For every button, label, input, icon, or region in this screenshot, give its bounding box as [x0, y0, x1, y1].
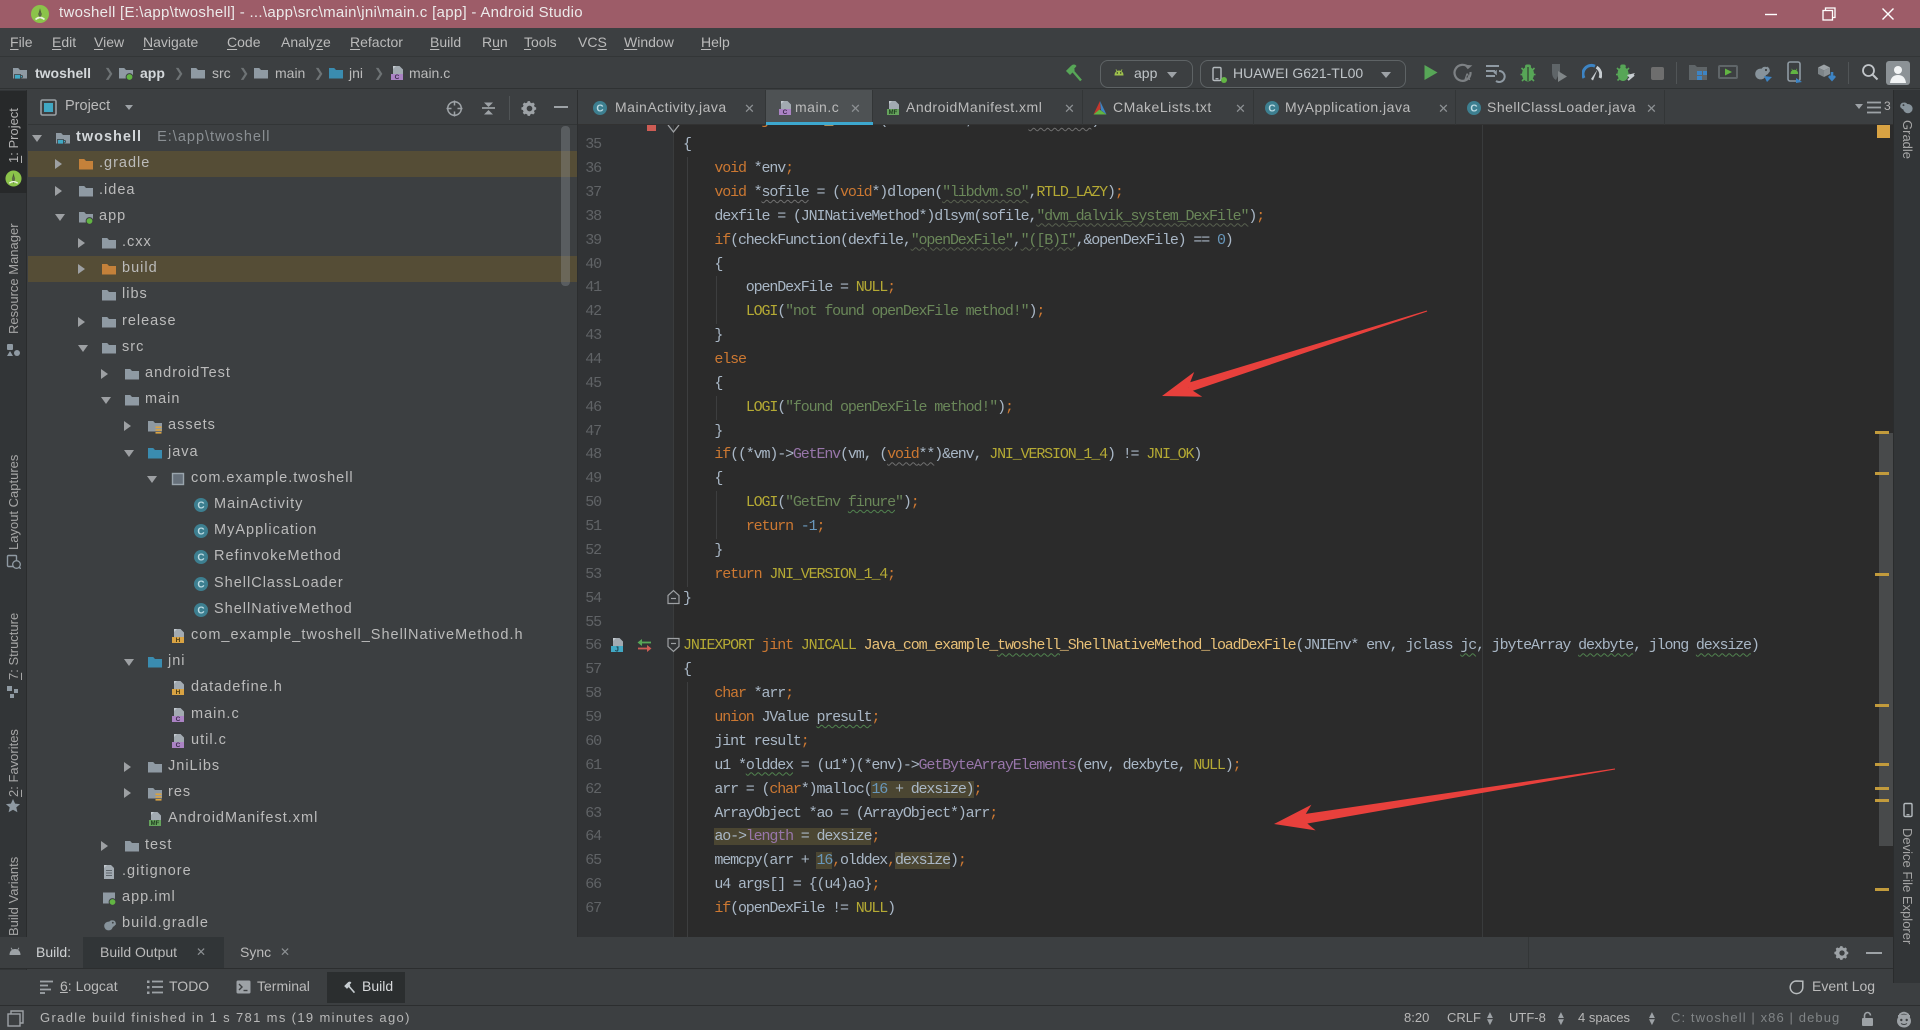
- svg-text:A: A: [1464, 72, 1471, 82]
